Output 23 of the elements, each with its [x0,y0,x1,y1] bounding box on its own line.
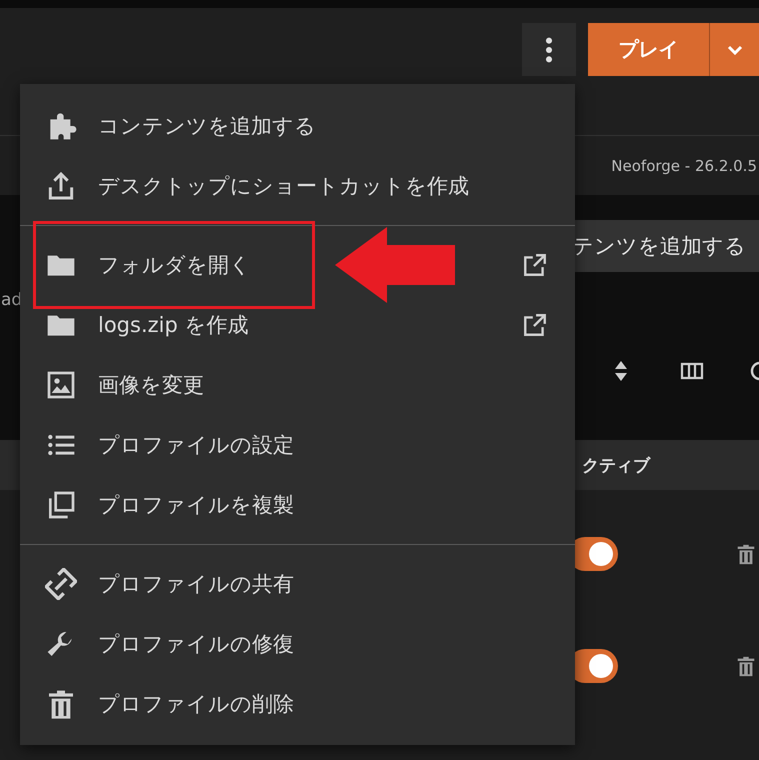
column-header: クティブ [582,454,650,476]
menu-item[interactable]: プロファイルの削除 [20,674,575,734]
menu-item[interactable]: logs.zip を作成 [20,295,575,355]
link-icon [45,568,77,600]
external-link-icon[interactable] [522,252,548,278]
image-icon [45,369,77,401]
external-link-icon[interactable] [522,312,548,338]
more-button[interactable] [522,23,576,76]
menu-item[interactable]: デスクトップにショートカットを作成 [20,156,575,216]
menu-item[interactable]: プロファイルを複製 [20,475,575,535]
trash-icon[interactable] [735,654,757,678]
menu-item[interactable]: プロファイルの設定 [20,415,575,475]
menu-item[interactable]: 画像を変更 [20,355,575,415]
columns-icon[interactable] [680,362,704,380]
sort-icon[interactable] [614,360,628,382]
menu-item[interactable]: プロファイルの修復 [20,614,575,674]
more-icon [545,36,553,64]
menu-item[interactable]: プロファイルの共有 [20,554,575,614]
menu-item[interactable]: コンテンツを追加する [20,96,575,156]
loader-label: Neoforge - 26.2.0.5 [611,156,757,174]
chevron-icon [726,44,742,54]
refresh-icon[interactable] [749,360,759,382]
trash-icon[interactable] [735,542,757,566]
